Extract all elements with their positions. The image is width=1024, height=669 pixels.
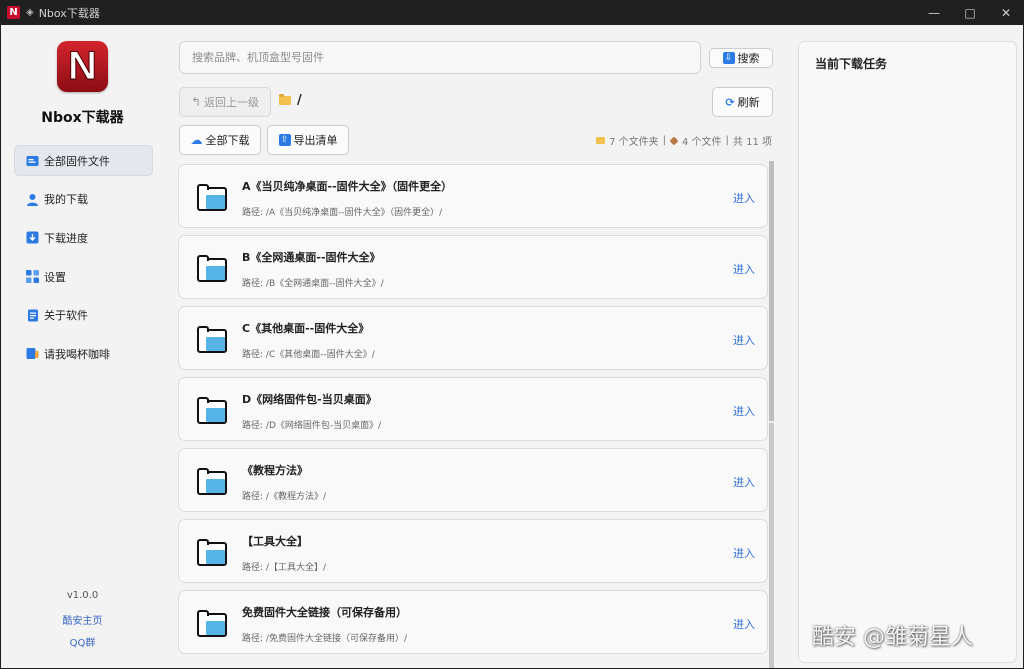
app-logo-small-icon: N: [7, 6, 20, 19]
list-item[interactable]: 《教程方法》 路径: /《教程方法》/ 进入: [178, 448, 768, 512]
close-button[interactable]: ✕: [988, 0, 1024, 25]
download-all-label: 全部下载: [205, 134, 250, 147]
sidebar-item-all-firmware[interactable]: 全部固件文件: [14, 145, 153, 176]
folder-title: D《网络固件包-当贝桌面》: [242, 393, 377, 406]
export-list-label: 导出清单: [293, 134, 338, 147]
sidebar-item-coffee[interactable]: 请我喝杯咖啡: [14, 338, 153, 369]
folder-title: 《教程方法》: [242, 464, 308, 477]
folder-path: 路径: /《教程方法》/: [242, 492, 326, 502]
maximize-button[interactable]: □: [952, 0, 988, 25]
app-logo: N: [57, 41, 108, 92]
cube-icon: ◈: [26, 7, 34, 18]
sidebar-item-label: 全部固件文件: [44, 154, 110, 168]
enter-link[interactable]: 进入: [733, 403, 755, 419]
refresh-button[interactable]: ⟳ 刷新: [712, 87, 773, 117]
list-item[interactable]: C《其他桌面--固件大全》 路径: /C《其他桌面--固件大全》/ 进入: [178, 306, 768, 370]
search-icon: ⇩: [722, 52, 735, 64]
folder-icon: [197, 326, 227, 353]
app-name: Nbox下载器: [41, 110, 124, 126]
folder-title: A《当贝纯净桌面--固件大全》（固件更全）: [242, 180, 453, 193]
sidebar-item-label: 我的下载: [44, 193, 88, 207]
download-task-panel: 当前下载任务: [798, 41, 1017, 663]
sidebar-item-label: 设置: [44, 270, 66, 284]
task-panel-title: 当前下载任务: [815, 57, 888, 71]
folder-path: 路径: /C《其他桌面--固件大全》/: [242, 350, 375, 360]
sidebar-item-label: 请我喝杯咖啡: [44, 347, 110, 361]
sidebar: N Nbox下载器 全部固件文件 我的下载 下载进度 设置 关于软件 请我喝杯咖…: [1, 25, 164, 668]
back-arrow-icon: ↰: [190, 95, 202, 109]
app-window: N Nbox下载器 全部固件文件 我的下载 下载进度 设置 关于软件 请我喝杯咖…: [1, 25, 1023, 668]
sidebar-item-label: 关于软件: [44, 309, 88, 323]
search-button-label: 搜索: [737, 52, 760, 65]
file-count-icon: [669, 135, 679, 146]
version-text: v1.0.0: [66, 590, 99, 601]
search-input[interactable]: [179, 41, 701, 74]
enter-link[interactable]: 进入: [733, 190, 755, 206]
list-item[interactable]: B《全网通桌面--固件大全》 路径: /B《全网通桌面--固件大全》/ 进入: [178, 235, 768, 299]
settings-grid-icon: [26, 270, 39, 284]
download-all-button[interactable]: ☁ 全部下载: [179, 125, 261, 155]
folder-path: 路径: /A《当贝纯净桌面--固件大全》（固件更全）/: [242, 208, 443, 218]
watermark: 酷安 @雏菊星人: [812, 625, 973, 650]
document-icon: [26, 309, 39, 322]
user-icon: [26, 193, 39, 206]
folder-icon: [197, 255, 227, 282]
minimize-button[interactable]: —: [916, 0, 952, 25]
file-count: 4 个文件: [681, 137, 722, 148]
enter-link[interactable]: 进入: [733, 474, 755, 490]
item-stats: 7 个文件夹 | 4 个文件 | 共 11 项: [596, 133, 772, 148]
sidebar-item-settings[interactable]: 设置: [14, 261, 153, 292]
list-item[interactable]: A《当贝纯净桌面--固件大全》（固件更全） 路径: /A《当贝纯净桌面--固件大…: [178, 164, 768, 228]
refresh-icon: ⟳: [725, 95, 735, 109]
folder-title: 免费固件大全链接（可保存备用）: [242, 606, 407, 619]
current-path: /: [297, 93, 302, 108]
folder-path: 路径: /B《全网通桌面--固件大全》/: [242, 279, 384, 289]
coffee-icon: [26, 347, 39, 360]
sidebar-item-download-progress[interactable]: 下载进度: [14, 222, 153, 253]
enter-link[interactable]: 进入: [733, 261, 755, 277]
folder-icon: [197, 610, 227, 637]
enter-link[interactable]: 进入: [733, 332, 755, 348]
folder-title: B《全网通桌面--固件大全》: [242, 251, 381, 264]
list-item[interactable]: 【工具大全】 路径: /【工具大全】/ 进入: [178, 519, 768, 583]
folder-path: 路径: /D《网络固件包-当贝桌面》/: [242, 421, 382, 431]
back-button-label: 返回上一级: [204, 96, 260, 109]
file-list: A《当贝纯净桌面--固件大全》（固件更全） 路径: /A《当贝纯净桌面--固件大…: [178, 164, 770, 668]
folder-icon: [197, 539, 227, 566]
sidebar-item-my-downloads[interactable]: 我的下载: [14, 184, 153, 215]
cloud-download-icon: ☁: [190, 133, 203, 147]
breadcrumb: /: [279, 93, 302, 108]
folder-count: 7 个文件夹: [609, 137, 659, 148]
scrollbar-thumb[interactable]: [769, 161, 774, 668]
refresh-button-label: 刷新: [737, 96, 760, 109]
back-button[interactable]: ↰ 返回上一级: [179, 87, 271, 117]
folder-icon: [197, 468, 227, 495]
list-item[interactable]: 免费固件大全链接（可保存备用） 路径: /免费固件大全链接（可保存备用）/ 进入: [178, 590, 768, 654]
download-icon: [26, 231, 39, 244]
sidebar-item-label: 下载进度: [44, 231, 88, 245]
sidebar-nav: 全部固件文件 我的下载 下载进度 设置 关于软件 请我喝杯咖啡: [14, 145, 153, 377]
folder-title: C《其他桌面--固件大全》: [242, 322, 370, 335]
qq-group-link[interactable]: QQ群: [1, 634, 164, 649]
enter-link[interactable]: 进入: [733, 545, 755, 561]
export-icon: ⇧: [278, 134, 291, 146]
list-item[interactable]: D《网络固件包-当贝桌面》 路径: /D《网络固件包-当贝桌面》/ 进入: [178, 377, 768, 441]
export-list-button[interactable]: ⇧ 导出清单: [267, 125, 349, 155]
title-bar: N ◈ Nbox下载器 — □ ✕: [0, 0, 1024, 25]
folder-icon: [197, 397, 227, 424]
folder-icon: [197, 184, 227, 211]
coolapk-home-link[interactable]: 酷安主页: [1, 612, 164, 627]
window-title: Nbox下载器: [38, 6, 100, 20]
folder-path: 路径: /【工具大全】/: [242, 563, 326, 573]
folder-list-icon: [26, 154, 39, 167]
folder-icon: [279, 94, 291, 105]
folder-path: 路径: /免费固件大全链接（可保存备用）/: [242, 634, 407, 644]
search-button[interactable]: ⇩ 搜索: [709, 48, 773, 68]
sidebar-item-about[interactable]: 关于软件: [14, 300, 153, 331]
folder-title: 【工具大全】: [242, 535, 308, 548]
enter-link[interactable]: 进入: [733, 616, 755, 632]
total-count: 共 11 项: [732, 137, 772, 148]
folder-count-icon: [596, 137, 606, 144]
